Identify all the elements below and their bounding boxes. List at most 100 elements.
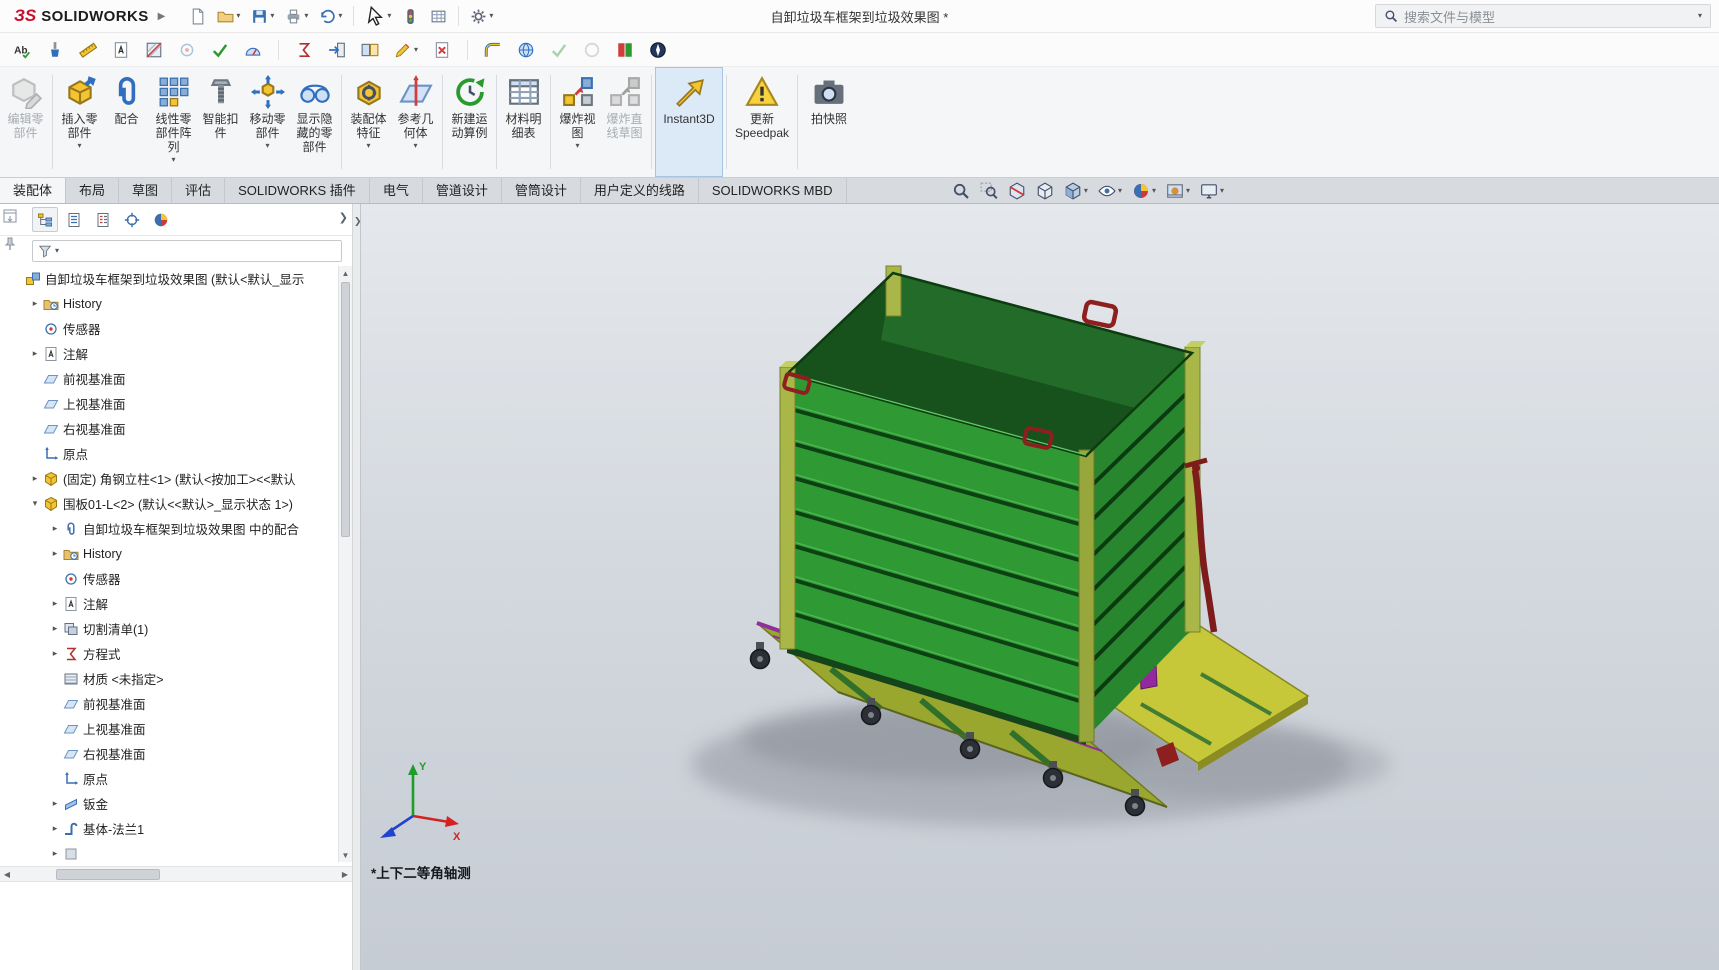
measure-button[interactable] [76, 38, 100, 62]
import-button[interactable] [325, 38, 349, 62]
tree-item-right-plane[interactable]: 右视基准面 [0, 416, 338, 441]
view-orientation-button[interactable] [1033, 180, 1057, 202]
search-input[interactable]: 搜索文件与模型 ▾ [1375, 4, 1711, 28]
performance-evaluation-button[interactable] [241, 38, 265, 62]
tab-tubing[interactable]: 管筒设计 [502, 178, 581, 203]
tree-item-origin[interactable]: 原点 [0, 441, 338, 466]
cancel-button[interactable] [430, 38, 454, 62]
tab-displaymanager[interactable] [148, 207, 174, 232]
tab-electrical[interactable]: 电气 [370, 178, 423, 203]
tree-vertical-scrollbar[interactable]: ▲ ▼ [338, 266, 352, 862]
apply-scene-button[interactable]: ▾ [1163, 180, 1193, 202]
selection-filter-button[interactable] [398, 5, 423, 28]
tree-item-base-flange[interactable]: ▸ 基体-法兰1 [0, 816, 338, 841]
reference-geometry-button[interactable]: 参考几 何体 ▾ [392, 67, 439, 177]
tab-layout[interactable]: 布局 [66, 178, 120, 203]
scroll-right-icon[interactable]: ▶ [338, 867, 352, 881]
tab-sketch[interactable]: 草图 [119, 178, 173, 203]
panel-collapse-button[interactable]: ❯ [339, 211, 348, 224]
print-button[interactable]: ▾ [281, 5, 312, 28]
smart-fastener-button[interactable]: 智能扣 件 [197, 67, 244, 177]
spell-check-button[interactable] [10, 38, 34, 62]
expand-arrow-icon[interactable]: ▸ [48, 648, 62, 659]
expand-arrow-icon[interactable]: ▸ [48, 523, 62, 534]
view-settings-button[interactable]: ▾ [1197, 180, 1227, 202]
show-hidden-components-button[interactable]: 显示隐 藏的零 部件 [291, 67, 338, 177]
save-button[interactable]: ▾ [247, 5, 278, 28]
tab-configurationmanager[interactable] [90, 207, 116, 232]
tree-item-origin[interactable]: 原点 [0, 766, 338, 791]
expand-arrow-icon[interactable]: ▸ [28, 298, 42, 309]
tree-item-component-expanded[interactable]: ▾ 围板01-L<2> (默认<<默认>_显示状态 1>) [0, 491, 338, 516]
edit-component-button[interactable]: 编辑零 部件 [2, 67, 49, 177]
exploded-view-button[interactable]: 爆炸视 图 ▾ [554, 67, 601, 177]
sensor-button[interactable] [175, 38, 199, 62]
tree-item-root-assembly[interactable]: 自卸垃圾车框架到垃圾效果图 (默认<默认_显示 [0, 266, 338, 291]
expand-arrow-icon[interactable]: ▸ [48, 548, 62, 559]
tree-item-component-fixed[interactable]: ▸ (固定) 角钢立柱<1> (默认<按加工><<默认 [0, 466, 338, 491]
menu-expand-icon[interactable]: ▶ [158, 11, 166, 22]
tree-item-cut-list[interactable]: ▸ 切割清单(1) [0, 616, 338, 641]
tree-item-material[interactable]: 材质 <未指定> [0, 666, 338, 691]
expand-arrow-icon[interactable]: ▸ [28, 473, 42, 484]
collapse-arrow-icon[interactable]: ▾ [28, 498, 42, 509]
expand-arrow-icon[interactable]: ▸ [48, 598, 62, 609]
tree-item-front-plane[interactable]: 前视基准面 [0, 691, 338, 716]
section-properties-button[interactable] [142, 38, 166, 62]
tree-item-right-plane[interactable]: 右视基准面 [0, 741, 338, 766]
explode-line-sketch-button[interactable]: 爆炸直 线草图 [601, 67, 648, 177]
tree-item-top-plane[interactable]: 上视基准面 [0, 391, 338, 416]
tab-featuremanager-tree[interactable] [32, 207, 58, 232]
dock-panel-icon[interactable] [2, 208, 18, 224]
take-snapshot-button[interactable]: 拍快照 [801, 67, 857, 177]
tree-item-history[interactable]: ▸ History [0, 541, 338, 566]
linear-pattern-button[interactable]: 线性零 部件阵 列 ▾ [150, 67, 197, 177]
tree-filter-input[interactable]: ▾ [32, 240, 342, 262]
web-button[interactable] [514, 38, 538, 62]
select-tool-button[interactable]: ▾ [361, 3, 395, 29]
tab-user-defined-routes[interactable]: 用户定义的线路 [581, 178, 699, 203]
horizontal-scroll-thumb[interactable] [56, 869, 160, 880]
tab-piping[interactable]: 管道设计 [423, 178, 502, 203]
equations-button[interactable] [292, 38, 316, 62]
scroll-left-icon[interactable]: ◀ [0, 867, 14, 881]
hide-show-items-button[interactable]: ▾ [1095, 180, 1125, 202]
routing-button[interactable] [481, 38, 505, 62]
pmi-flag-button[interactable] [613, 38, 637, 62]
new-file-button[interactable] [185, 5, 210, 28]
move-component-button[interactable]: 移动零 部件 ▾ [244, 67, 291, 177]
tree-item-annotations[interactable]: ▸ 注解 [0, 341, 338, 366]
expand-arrow-icon[interactable]: ▸ [48, 823, 62, 834]
expand-arrow-icon[interactable]: ▸ [48, 848, 62, 859]
open-file-button[interactable]: ▾ [213, 5, 244, 28]
compare-documents-button[interactable] [358, 38, 382, 62]
tree-item-sensors[interactable]: 传感器 [0, 566, 338, 591]
tree-item-annotations[interactable]: ▸ 注解 [0, 591, 338, 616]
graphics-viewport[interactable]: Y X *上下二等角轴测 [361, 204, 1719, 970]
insert-component-button[interactable]: 插入零 部件 ▾ [56, 67, 103, 177]
format-painter-button[interactable] [43, 38, 67, 62]
expand-arrow-icon[interactable]: ▸ [48, 623, 62, 634]
zoom-to-fit-button[interactable] [949, 180, 973, 202]
tab-propertymanager[interactable] [61, 207, 87, 232]
tab-dimxpertmanager[interactable] [119, 207, 145, 232]
options-button[interactable]: ▾ [466, 5, 497, 28]
display-style-button[interactable]: ▾ [1061, 180, 1091, 202]
mate-button[interactable]: 配合 [103, 67, 150, 177]
reference-circle-button[interactable] [580, 38, 604, 62]
edit-appearance-button[interactable]: ▾ [1129, 180, 1159, 202]
check-entity-button[interactable] [208, 38, 232, 62]
sketch-button[interactable]: ▾ [391, 38, 421, 62]
tree-item-front-plane[interactable]: 前视基准面 [0, 366, 338, 391]
tree-item-mates-in-assembly[interactable]: ▸ 自卸垃圾车框架到垃圾效果图 中的配合 [0, 516, 338, 541]
comment-button[interactable] [109, 38, 133, 62]
bill-of-materials-button[interactable]: 材料明 细表 [500, 67, 547, 177]
pin-panel-icon[interactable] [2, 236, 18, 252]
vertical-scroll-thumb[interactable] [341, 282, 350, 537]
motion-compass-button[interactable] [646, 38, 670, 62]
tree-item-history[interactable]: ▸ History [0, 291, 338, 316]
section-view-button[interactable] [1005, 180, 1029, 202]
tab-assembly[interactable]: 装配体 [0, 178, 67, 203]
tree-item-sensors[interactable]: 传感器 [0, 316, 338, 341]
tab-solidworks-mbd[interactable]: SOLIDWORKS MBD [699, 178, 847, 203]
